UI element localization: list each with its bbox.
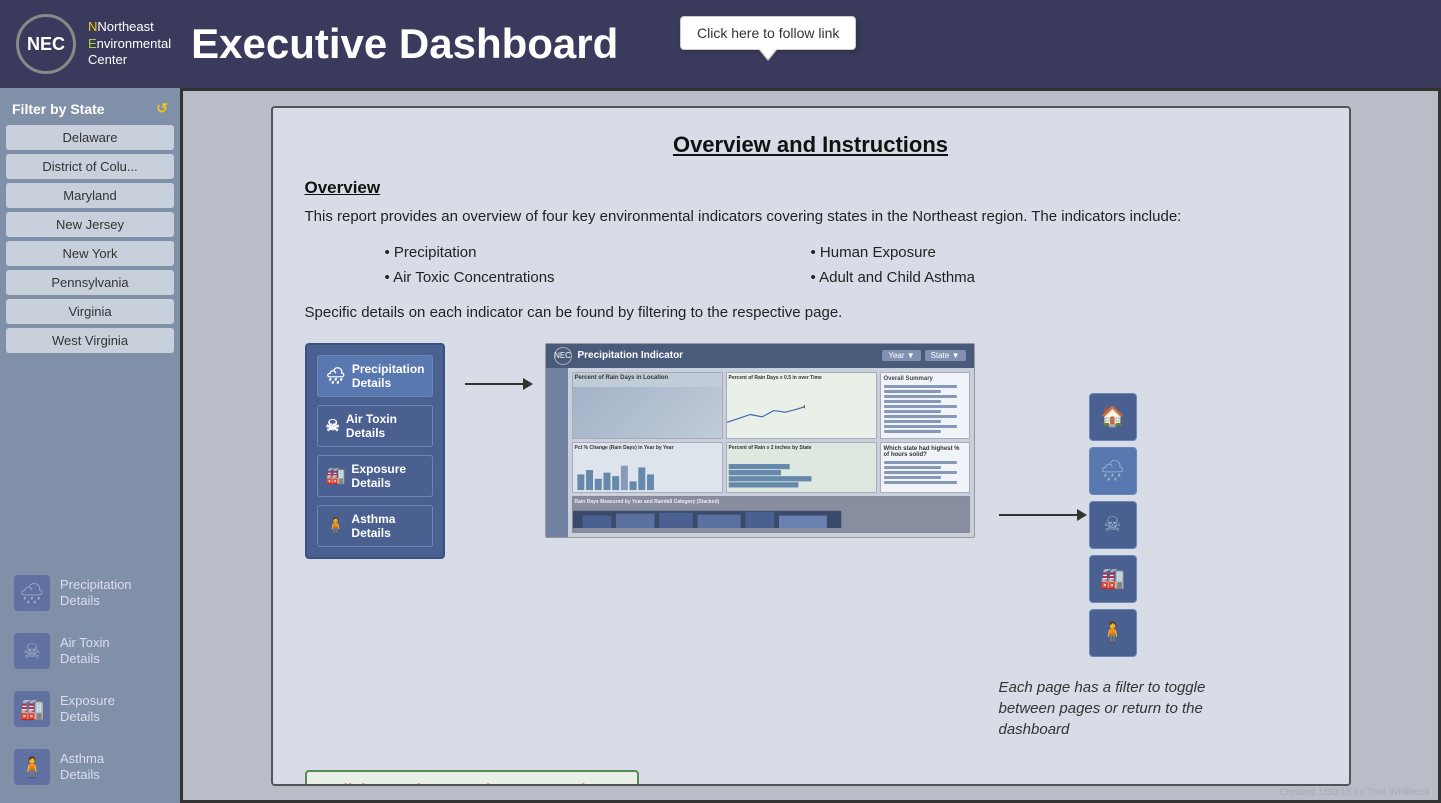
preview-map-chart: Percent of Rain Days in Location xyxy=(572,372,723,439)
app-header: NEC NNortheast Environmental Center Exec… xyxy=(0,0,1441,88)
sidebar-nav-item[interactable]: 🏭 ExposureDetails xyxy=(6,681,174,737)
nav-item-icon: 🌧 xyxy=(14,575,50,611)
logo-text: NEC xyxy=(27,34,65,55)
state-filter-btn[interactable]: Maryland xyxy=(6,183,174,208)
preview-summary: Overall Summary xyxy=(880,372,970,439)
preview-bar-chart: Pct % Change (Rain Days) in Year by Year xyxy=(572,442,723,494)
state-filter-btn[interactable]: Virginia xyxy=(6,299,174,324)
main-layout: Filter by State ↺ Delaware District of Co… xyxy=(0,88,1441,803)
nav-item-label: Air ToxinDetails xyxy=(60,635,110,666)
org-n: N xyxy=(88,19,97,34)
org-e: E xyxy=(88,36,97,51)
nav-item-label: AsthmaDetails xyxy=(60,751,104,782)
preview-summary-2: Which state had highest % of hours solid… xyxy=(880,442,970,494)
right-icon-btn[interactable]: 🧍 xyxy=(1089,609,1137,657)
nav-panel-btn[interactable]: ☠ Air ToxinDetails xyxy=(317,405,433,447)
nav-panel-btn-label: AsthmaDetails xyxy=(351,512,395,540)
nav-item-label: ExposureDetails xyxy=(60,693,115,724)
modal-box: Overview and Instructions Overview This … xyxy=(271,106,1351,786)
nav-panel-btn-icon: 🧍 xyxy=(326,516,346,536)
preview-trend-chart: Percent of Rain Days ≥ 0.5 in over Time xyxy=(726,372,877,439)
nav-panel-btn-label: PrecipitationDetails xyxy=(352,362,425,390)
state-filter-btn[interactable]: Pennsylvania xyxy=(6,270,174,295)
state-filter-btn[interactable]: District of Colu... xyxy=(6,154,174,179)
state-buttons-container: Delaware District of Colu... Maryland New J… xyxy=(6,125,174,357)
close-instructions-container: Click Anywhere to Close Instructions xyxy=(305,760,1317,786)
preview-logo: NEC xyxy=(554,347,572,365)
indicator-item: Air Toxic Concentrations xyxy=(385,267,811,288)
preview-controls: Year ▼ State ▼ xyxy=(882,350,965,361)
preview-state-bar-chart: Percent of Rain ≥ 2 inches by State xyxy=(726,442,877,494)
modal-overlay[interactable]: Overview and Instructions Overview This … xyxy=(183,91,1438,800)
close-instructions-button[interactable]: Click Anywhere to Close Instructions xyxy=(305,770,639,786)
nav-item-icon: 🏭 xyxy=(14,691,50,727)
sidebar-nav-item[interactable]: 🧍 AsthmaDetails xyxy=(6,739,174,795)
state-filter-btn[interactable]: New Jersey xyxy=(6,212,174,237)
right-arrow-container: 🏠 🌧 ☠ 🏭 🧍 xyxy=(999,393,1137,657)
refresh-icon[interactable]: ↺ xyxy=(156,100,168,117)
preview-title: Precipitation Indicator xyxy=(578,350,684,361)
nav-item-icon: ☠ xyxy=(14,633,50,669)
indicator-item: Precipitation xyxy=(385,242,811,263)
dashboard-title: Executive Dashboard xyxy=(191,20,618,68)
right-icon-btn[interactable]: 🏠 xyxy=(1089,393,1137,441)
nav-item-icon: 🧍 xyxy=(14,749,50,785)
nav-panel-btn-icon: ☠ xyxy=(326,416,340,436)
specific-text: Specific details on each indicator can b… xyxy=(305,302,1317,325)
preview-row-1: Percent of Rain Days in Location Percent… xyxy=(572,372,970,439)
overview-text: This report provides an overview of four… xyxy=(305,206,1317,229)
preview-bottom-chart: Rain Days Measured by Year and Rainfall … xyxy=(572,496,970,532)
logo: NEC xyxy=(16,14,76,74)
preview-year-control: Year ▼ xyxy=(882,350,920,361)
preview-body: Percent of Rain Days in Location Percent… xyxy=(546,368,974,537)
overview-heading: Overview xyxy=(305,178,1317,198)
filter-header: Filter by State ↺ xyxy=(6,96,174,125)
indicator-item: Human Exposure xyxy=(811,242,1237,263)
preview-header: NEC Precipitation Indicator Year ▼ State… xyxy=(546,344,974,368)
content-area: Overview and Instructions Overview This … xyxy=(180,88,1441,803)
nav-item-label: PrecipitationDetails xyxy=(60,577,132,608)
arrow-section xyxy=(445,383,545,385)
state-filter-btn[interactable]: Delaware xyxy=(6,125,174,150)
nav-panel-btn[interactable]: 🏭ExposureDetails xyxy=(317,455,433,497)
preview-row-3: Rain Days Measured by Year and Rainfall … xyxy=(572,496,970,532)
nav-buttons-panel: 🌧 PrecipitationDetails ☠ Air ToxinDetails 🏭E… xyxy=(305,343,445,559)
sidebar-nav-items: 🌧 PrecipitationDetails ☠ Air ToxinDetail… xyxy=(6,565,174,795)
right-icon-btn[interactable]: ☠ xyxy=(1089,501,1137,549)
modal-title: Overview and Instructions xyxy=(305,132,1317,158)
tooltip-label: Click here to follow link xyxy=(697,25,839,41)
nav-panel-btn[interactable]: 🌧 PrecipitationDetails xyxy=(317,355,433,397)
sidebar: Filter by State ↺ Delaware District of Co… xyxy=(0,88,180,803)
sidebar-nav-item[interactable]: ☠ Air ToxinDetails xyxy=(6,623,174,679)
page-note: Each page has a filter to toggle between… xyxy=(999,677,1219,740)
indicator-item: Adult and Child Asthma xyxy=(811,267,1237,288)
state-filter-btn[interactable]: New York xyxy=(6,241,174,266)
preview-sidebar xyxy=(546,368,568,537)
right-arrow xyxy=(999,514,1079,516)
filter-label: Filter by State xyxy=(12,101,105,117)
state-filter-btn[interactable]: West Virginia xyxy=(6,328,174,353)
org-name: NNortheast Environmental Center xyxy=(88,19,171,70)
indicators-grid: PrecipitationHuman ExposureAir Toxic Con… xyxy=(385,242,1237,288)
nav-panel-btn-label: Air ToxinDetails xyxy=(346,412,397,440)
nav-panel-btn[interactable]: 🧍AsthmaDetails xyxy=(317,505,433,547)
right-section: 🏠 🌧 ☠ 🏭 🧍 Each page has a filter to toggle b… xyxy=(999,393,1219,740)
preview-state-control: State ▼ xyxy=(925,350,966,361)
nav-panel-btn-label: ExposureDetails xyxy=(351,462,406,490)
arrow-to-preview xyxy=(465,383,525,385)
right-icon-btn[interactable]: 🏭 xyxy=(1089,555,1137,603)
preview-row-2: Pct % Change (Rain Days) in Year by Year xyxy=(572,442,970,494)
diagram-section: 🌧PrecipitationDetails☠Air ToxinDetails🏭E… xyxy=(305,343,1317,740)
nav-panel-btn-icon: 🌧 xyxy=(326,366,346,386)
right-icon-btn[interactable]: 🌧 xyxy=(1089,447,1137,495)
screenshot-preview: NEC Precipitation Indicator Year ▼ State… xyxy=(545,343,975,538)
right-icon-column: 🏠 🌧 ☠ 🏭 🧍 xyxy=(1089,393,1137,657)
sidebar-nav-item[interactable]: 🌧 PrecipitationDetails xyxy=(6,565,174,621)
tooltip-bubble[interactable]: Click here to follow link xyxy=(680,16,856,50)
preview-main: Percent of Rain Days in Location Percent… xyxy=(568,368,974,537)
nav-panel-btn-icon: 🏭 xyxy=(326,466,346,486)
